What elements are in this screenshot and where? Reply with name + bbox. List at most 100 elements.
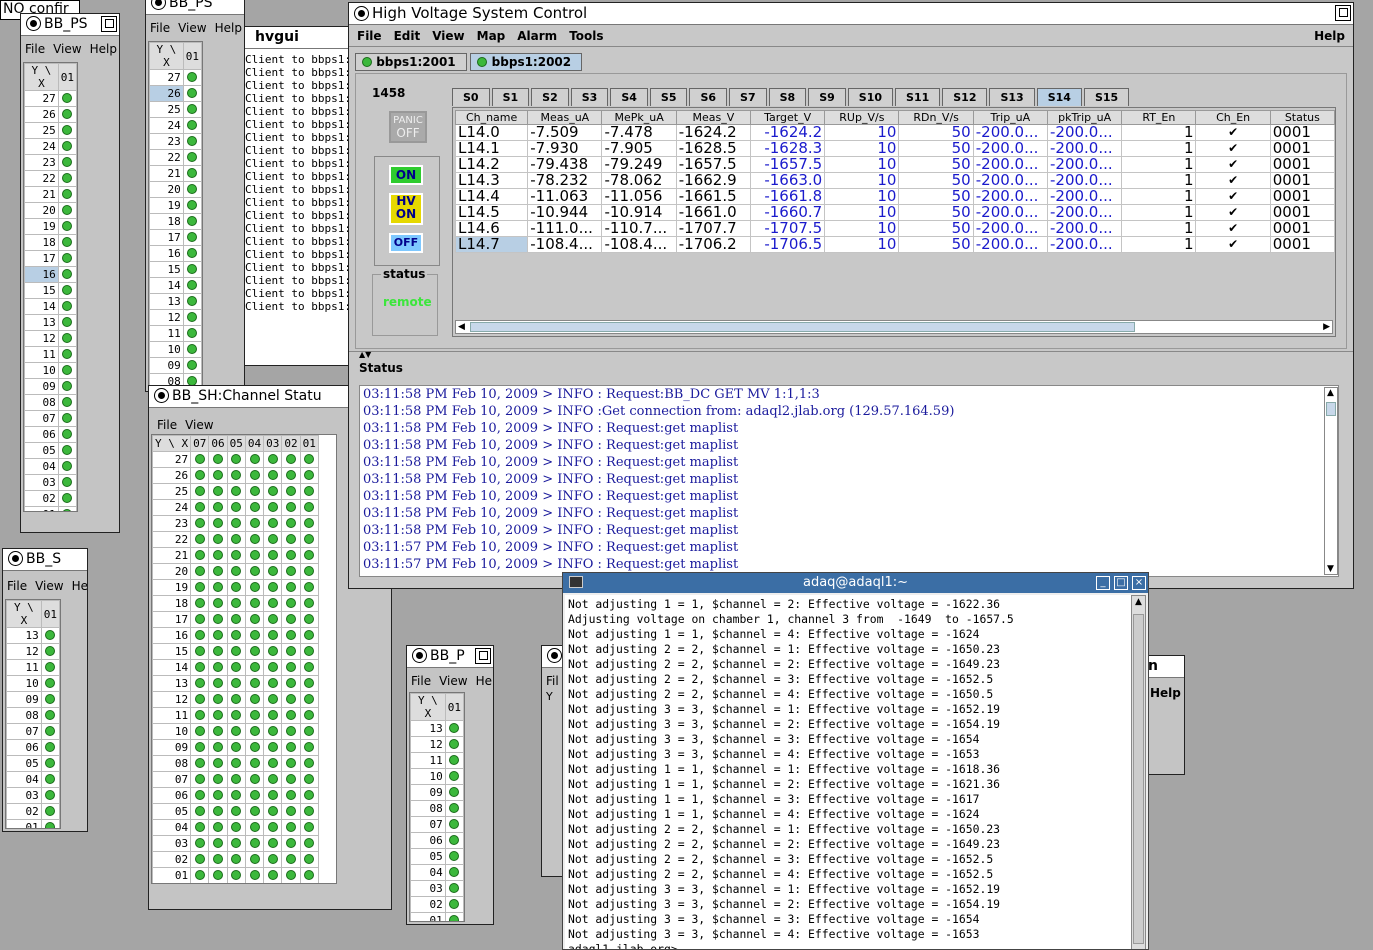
channel-cell[interactable] xyxy=(208,867,228,883)
title-bar[interactable]: BB_P xyxy=(407,646,493,668)
table-row[interactable]: L14.4 -11.063 -11.056 -1661.5 -1661.8 10 50 -20… xyxy=(454,188,1336,205)
channel-cell[interactable] xyxy=(208,515,228,532)
channel-cell[interactable] xyxy=(281,483,301,500)
channel-cell[interactable] xyxy=(40,675,60,692)
channel-cell[interactable] xyxy=(444,912,464,921)
channel-cell[interactable] xyxy=(444,768,464,785)
channel-cell[interactable] xyxy=(208,851,228,868)
channel-cell[interactable] xyxy=(182,309,202,326)
channel-cell[interactable] xyxy=(40,803,60,820)
channel-cell[interactable] xyxy=(40,643,60,660)
channel-cell[interactable] xyxy=(208,467,228,484)
channel-cell[interactable] xyxy=(281,659,301,676)
channel-cell[interactable] xyxy=(226,611,246,628)
channel-cell[interactable] xyxy=(190,563,210,580)
channel-cell[interactable] xyxy=(208,819,228,836)
channel-cell[interactable] xyxy=(190,483,210,500)
channel-cell[interactable] xyxy=(299,739,319,756)
channel-cell[interactable] xyxy=(190,595,210,612)
channel-cell[interactable] xyxy=(281,499,301,516)
channel-cell[interactable] xyxy=(281,627,301,644)
channel-cell[interactable] xyxy=(281,611,301,628)
channel-cell[interactable] xyxy=(444,848,464,865)
channel-cell[interactable] xyxy=(226,819,246,836)
channel-cell[interactable] xyxy=(244,515,265,532)
channel-cell[interactable] xyxy=(244,867,265,883)
channel-cell[interactable] xyxy=(57,410,77,427)
table-row[interactable]: L14.2 -79.438 -79.249 -1657.5 -1657.5 10 50 -20… xyxy=(454,156,1336,173)
channel-cell[interactable] xyxy=(244,819,265,836)
channel-cell[interactable] xyxy=(263,787,283,804)
channel-cell[interactable] xyxy=(40,659,60,676)
channel-cell[interactable] xyxy=(57,442,77,459)
channel-cell[interactable] xyxy=(190,451,210,468)
channel-cell[interactable] xyxy=(444,832,464,849)
channel-cell[interactable] xyxy=(263,771,283,788)
channel-cell[interactable] xyxy=(208,691,228,708)
channel-cell[interactable] xyxy=(444,896,464,913)
channel-cell[interactable] xyxy=(57,138,77,155)
channel-cell[interactable] xyxy=(57,266,77,283)
channel-cell[interactable] xyxy=(182,181,202,198)
channel-cell[interactable] xyxy=(263,739,283,756)
channel-cell[interactable] xyxy=(263,531,283,548)
channel-cell[interactable] xyxy=(281,515,301,532)
channel-cell[interactable] xyxy=(208,723,228,740)
on-button[interactable]: ON xyxy=(389,165,423,185)
channel-cell[interactable] xyxy=(444,864,464,881)
channel-cell[interactable] xyxy=(444,720,464,737)
table-row[interactable]: L14.7 -108.4... -108.4... -1706.2 -1706.5 10 5… xyxy=(454,236,1336,253)
channel-cell[interactable] xyxy=(190,851,210,868)
channel-cell[interactable] xyxy=(299,563,319,580)
channel-cell[interactable] xyxy=(244,659,265,676)
channel-cell[interactable] xyxy=(226,531,246,548)
channel-cell[interactable] xyxy=(208,643,228,660)
channel-cell[interactable] xyxy=(190,819,210,836)
table-row[interactable]: L14.5 -10.944 -10.914 -1661.0 -1660.7 10 50 -20… xyxy=(454,204,1336,221)
menu-edit[interactable]: Edit xyxy=(394,29,421,43)
minimize-icon[interactable]: _ xyxy=(1096,576,1110,590)
slot-tab-s4[interactable]: S4 xyxy=(610,88,648,106)
channel-cell[interactable] xyxy=(57,90,77,107)
channel-cell[interactable] xyxy=(226,691,246,708)
channel-cell[interactable] xyxy=(57,426,77,443)
channel-cell[interactable] xyxy=(40,691,60,708)
channel-cell[interactable] xyxy=(40,723,60,740)
slot-tab-s0[interactable]: S0 xyxy=(452,88,490,106)
channel-cell[interactable] xyxy=(281,787,301,804)
channel-cell[interactable] xyxy=(263,563,283,580)
channel-cell[interactable] xyxy=(190,787,210,804)
scroll-up-icon[interactable]: ▲ xyxy=(1135,597,1142,607)
channel-cell[interactable] xyxy=(226,851,246,868)
channel-cell[interactable] xyxy=(226,467,246,484)
channel-cell[interactable] xyxy=(182,133,202,150)
channel-cell[interactable] xyxy=(281,579,301,596)
channel-cell[interactable] xyxy=(281,547,301,564)
channel-cell[interactable] xyxy=(182,165,202,182)
channel-cell[interactable] xyxy=(244,547,265,564)
channel-cell[interactable] xyxy=(299,787,319,804)
channel-cell[interactable] xyxy=(226,627,246,644)
scroll-right-icon[interactable]: ▶ xyxy=(1323,322,1330,332)
channel-cell[interactable] xyxy=(263,675,283,692)
channel-cell[interactable] xyxy=(40,755,60,772)
channel-cell[interactable] xyxy=(190,499,210,516)
channel-cell[interactable] xyxy=(299,675,319,692)
channel-cell[interactable] xyxy=(263,579,283,596)
channel-cell[interactable] xyxy=(244,691,265,708)
channel-cell[interactable] xyxy=(57,394,77,411)
channel-cell[interactable] xyxy=(226,739,246,756)
channel-cell[interactable] xyxy=(57,506,77,511)
channel-cell[interactable] xyxy=(281,563,301,580)
slot-tab-s11[interactable]: S11 xyxy=(895,88,941,106)
channel-cell[interactable] xyxy=(244,531,265,548)
title-bar[interactable]: n xyxy=(1146,656,1184,678)
slot-tab-s12[interactable]: S12 xyxy=(942,88,988,106)
channel-cell[interactable] xyxy=(190,611,210,628)
channel-cell[interactable] xyxy=(263,803,283,820)
channel-cell[interactable] xyxy=(226,563,246,580)
slot-tab-s1[interactable]: S1 xyxy=(491,88,530,106)
menu-view[interactable]: View xyxy=(185,418,213,432)
channel-cell[interactable] xyxy=(299,851,319,868)
channel-cell[interactable] xyxy=(57,202,77,219)
